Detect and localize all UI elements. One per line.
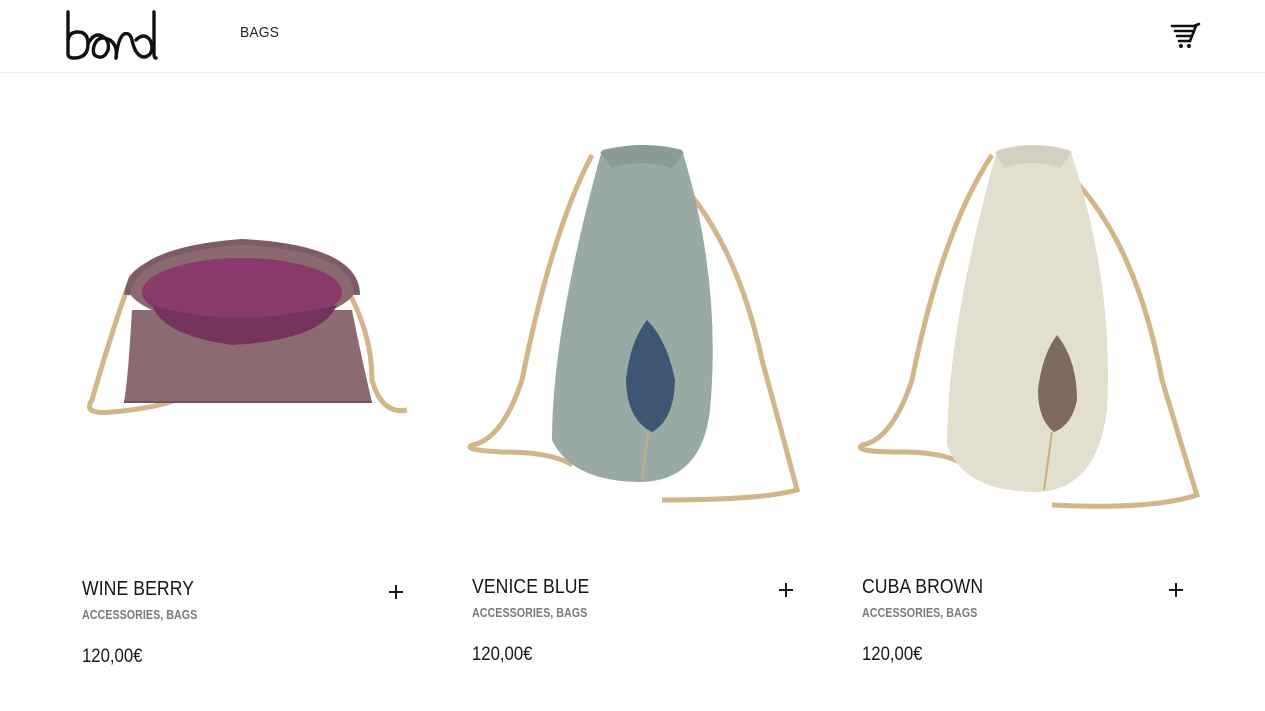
product-card: WINE BERRY ACCESSORIES, BAGS 120,00€ xyxy=(72,80,432,680)
nav-link-bags[interactable]: BAGS xyxy=(240,24,279,41)
product-categories: ACCESSORIES, BAGS xyxy=(82,608,197,622)
add-to-cart-plus-icon[interactable] xyxy=(386,582,406,602)
add-to-cart-plus-icon[interactable] xyxy=(776,580,796,600)
product-price: 120,00€ xyxy=(82,646,143,667)
product-card: CUBA BROWN ACCESSORIES, BAGS 120,00€ xyxy=(852,80,1212,680)
category-link-bags[interactable]: BAGS xyxy=(556,606,587,620)
product-title[interactable]: VENICE BLUE xyxy=(472,576,589,599)
category-link-bags[interactable]: BAGS xyxy=(946,606,977,620)
product-price: 120,00€ xyxy=(862,644,923,665)
product-title[interactable]: CUBA BROWN xyxy=(862,576,983,599)
brand-logo[interactable] xyxy=(64,10,160,62)
product-categories: ACCESSORIES, BAGS xyxy=(472,606,587,620)
add-to-cart-plus-icon[interactable] xyxy=(1166,580,1186,600)
category-link-accessories[interactable]: ACCESSORIES xyxy=(862,606,940,620)
category-link-accessories[interactable]: ACCESSORIES xyxy=(472,606,550,620)
product-categories: ACCESSORIES, BAGS xyxy=(862,606,977,620)
category-link-accessories[interactable]: ACCESSORIES xyxy=(82,608,160,622)
product-price: 120,00€ xyxy=(472,644,533,665)
cart-icon[interactable] xyxy=(1170,22,1202,50)
product-image[interactable] xyxy=(72,80,432,520)
product-title[interactable]: WINE BERRY xyxy=(82,578,194,601)
category-link-bags[interactable]: BAGS xyxy=(166,608,197,622)
product-card: VENICE BLUE ACCESSORIES, BAGS 120,00€ xyxy=(462,80,822,680)
product-image[interactable] xyxy=(852,80,1212,520)
product-image[interactable] xyxy=(462,80,822,520)
site-header: BAGS xyxy=(0,0,1265,73)
